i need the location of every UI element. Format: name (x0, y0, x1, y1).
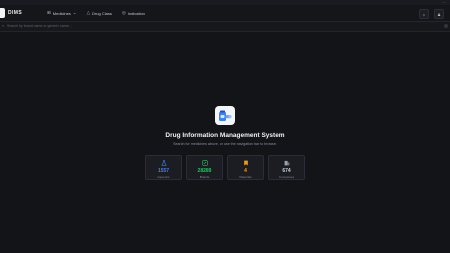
stat-value: 4 (244, 168, 247, 174)
indication-icon: ◎ (121, 10, 126, 15)
brand-name[interactable]: DIMS (8, 10, 22, 16)
nav-actions: ☼ ♟ (419, 9, 444, 19)
stat-label: Materials (239, 174, 252, 179)
user-menu-button[interactable]: ♟ (434, 9, 444, 19)
app-logo-icon (215, 106, 235, 125)
nav-item-medicines[interactable]: ⊞ Medicines ⌄ (47, 9, 77, 17)
bookmark-icon (243, 160, 248, 166)
nav-menu: ⊞ Medicines ⌄ △ Drug Class ◎ Indication (47, 9, 145, 17)
search-shortcut-key: / (444, 24, 448, 28)
stat-card-companies[interactable]: 674 Companies (268, 155, 305, 180)
stat-label: Generics (157, 174, 170, 179)
stat-card-generics[interactable]: 1557 Generics (145, 155, 182, 180)
pills-icon (201, 160, 208, 166)
stat-label: Companies (278, 174, 295, 179)
stat-value: 28289 (197, 168, 212, 174)
nav-item-indication[interactable]: ◎ Indication (122, 9, 145, 17)
search-bar: ⌕ / (0, 22, 450, 32)
brand-logo[interactable] (0, 8, 5, 18)
page-title: Drug Information Management System (165, 132, 285, 139)
chevron-down-icon: ⌄ (72, 10, 77, 15)
top-navbar: DIMS ⊞ Medicines ⌄ △ Drug Class ◎ Indica… (0, 5, 450, 22)
stats-row: 1557 Generics 28289 Brands 4 Materials 6… (145, 155, 305, 180)
stat-card-materials[interactable]: 4 Materials (227, 155, 264, 180)
medicine-icon: ⊞ (47, 10, 51, 15)
user-icon: ♟ (437, 11, 441, 17)
stat-value: 674 (282, 168, 291, 174)
page-subtitle: Search for medicines above, or use the n… (173, 142, 277, 146)
nav-item-label: Drug Class (92, 10, 112, 16)
sun-icon: ☼ (422, 11, 426, 17)
app-window: ··· DIMS ⊞ Medicines ⌄ △ Drug Class ◎ In… (0, 0, 450, 253)
stat-value: 1557 (157, 168, 170, 174)
building-icon (284, 160, 289, 166)
nav-item-label: Indication (127, 10, 145, 16)
pills-bottle-icon (219, 110, 232, 121)
nav-item-drug-class[interactable]: △ Drug Class (87, 9, 112, 17)
search-input[interactable] (7, 23, 427, 29)
flask-icon (161, 160, 166, 166)
stat-card-brands[interactable]: 28289 Brands (186, 155, 223, 180)
theme-toggle-button[interactable]: ☼ (419, 9, 429, 19)
drug-class-icon: △ (86, 10, 91, 15)
stat-label: Brands (199, 174, 210, 179)
search-icon: ⌕ (2, 23, 5, 28)
nav-item-label: Medicines (52, 10, 71, 16)
